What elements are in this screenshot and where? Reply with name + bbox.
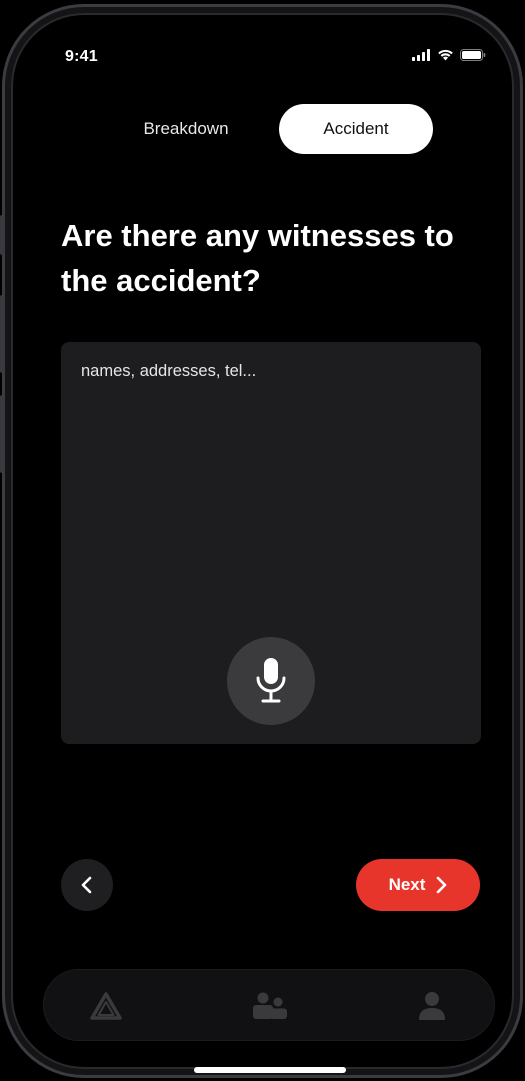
chevron-right-icon bbox=[437, 876, 447, 894]
microphone-icon bbox=[256, 658, 286, 703]
status-time: 9:41 bbox=[65, 48, 98, 65]
microphone-button[interactable] bbox=[227, 637, 315, 725]
question-title: Are there any witnesses to the accident? bbox=[61, 218, 454, 298]
witness-input-container bbox=[61, 342, 481, 744]
chevron-left-icon bbox=[81, 876, 92, 894]
tab-triangle[interactable] bbox=[84, 984, 128, 1028]
back-button[interactable] bbox=[61, 859, 113, 911]
status-bar: 9:41 bbox=[5, 7, 520, 87]
status-icons bbox=[412, 49, 486, 61]
bottom-tab-bar bbox=[43, 969, 495, 1041]
mode-segmented-control: Breakdown Accident bbox=[109, 104, 433, 154]
home-indicator[interactable] bbox=[194, 1067, 346, 1073]
next-button[interactable]: Next bbox=[356, 859, 480, 911]
battery-icon bbox=[460, 49, 486, 61]
signal-icon bbox=[412, 49, 430, 61]
tab-breakdown[interactable]: Breakdown bbox=[109, 104, 263, 154]
tab-profile[interactable] bbox=[410, 984, 454, 1028]
phone-frame: 9:41 Breakdown Accident Are there any wi… bbox=[2, 4, 523, 1078]
side-button-volume-up bbox=[0, 295, 5, 373]
side-button-volume-down bbox=[0, 395, 5, 473]
tab-people[interactable] bbox=[248, 984, 292, 1028]
tab-accident[interactable]: Accident bbox=[279, 104, 433, 154]
wifi-icon bbox=[438, 49, 453, 61]
triangle-icon bbox=[90, 992, 122, 1020]
people-icon bbox=[253, 992, 287, 1019]
side-button-silent bbox=[0, 215, 5, 255]
next-button-label: Next bbox=[388, 875, 426, 894]
person-icon bbox=[419, 992, 445, 1020]
